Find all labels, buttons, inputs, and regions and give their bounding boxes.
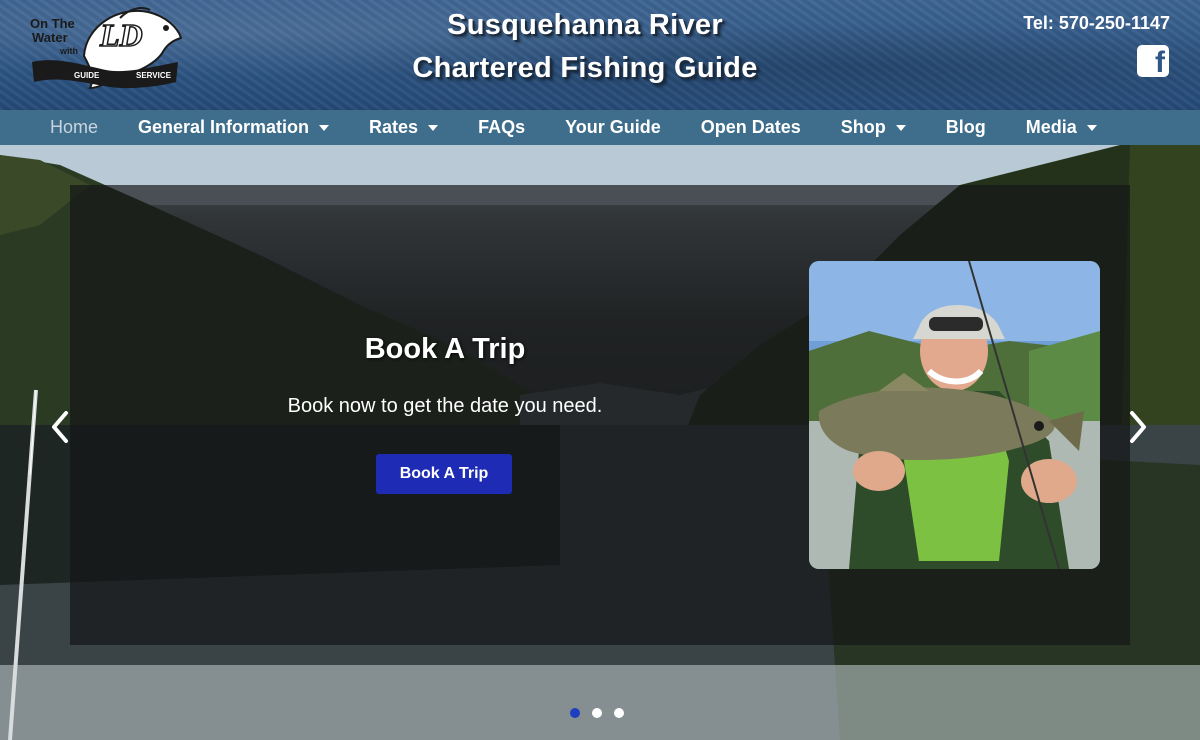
site-header: On The Water with LD GUIDE SERVICE Susqu…: [0, 0, 1200, 110]
nav-item-label: Rates: [369, 117, 419, 137]
nav-item-label: Shop: [840, 117, 886, 137]
caret-down-icon: [1086, 124, 1097, 131]
nav-item-media[interactable]: Media: [1006, 117, 1117, 138]
caret-down-icon: [895, 124, 906, 131]
nav-item-faqs[interactable]: FAQs: [458, 117, 545, 138]
nav-item-home[interactable]: Home: [0, 117, 118, 138]
nav-item-label: Blog: [945, 117, 986, 137]
site-title: Susquehanna River Chartered Fishing Guid…: [380, 6, 790, 92]
nav-item-rates[interactable]: Rates: [349, 117, 458, 138]
logo-text-water: Water: [32, 30, 68, 45]
chevron-right-icon: [1130, 411, 1146, 443]
caret-down-icon: [428, 124, 439, 131]
nav-item-label: Your Guide: [565, 117, 661, 137]
site-logo[interactable]: On The Water with LD GUIDE SERVICE: [26, 4, 186, 90]
logo-text-guide: GUIDE: [74, 71, 100, 80]
site-title-line2: Chartered Fishing Guide: [412, 52, 758, 84]
nav-item-open-dates[interactable]: Open Dates: [681, 117, 821, 138]
slider-dot-1[interactable]: [570, 708, 580, 718]
hero-slider: Book A Trip Book now to get the date you…: [0, 145, 1200, 740]
main-nav: Home General Information Rates FAQs Your…: [0, 110, 1200, 145]
logo-initials: LD: [99, 17, 143, 53]
book-a-trip-button[interactable]: Book A Trip: [376, 454, 512, 494]
nav-item-blog[interactable]: Blog: [926, 117, 1006, 138]
nav-item-label: General Information: [138, 117, 310, 137]
logo-text-service: SERVICE: [136, 71, 172, 80]
slide-subtitle: Book now to get the date you need.: [287, 395, 603, 417]
nav-item-your-guide[interactable]: Your Guide: [545, 117, 681, 138]
slide-title: Book A Trip: [364, 333, 526, 365]
chevron-left-icon: [52, 411, 68, 443]
site-title-line1: Susquehanna River: [447, 9, 723, 41]
phone-number[interactable]: Tel: 570-250-1147: [1023, 13, 1170, 34]
nav-item-shop[interactable]: Shop: [821, 117, 926, 138]
caret-down-icon: [319, 124, 330, 131]
slider-prev-button[interactable]: [48, 407, 70, 447]
nav-item-label: Open Dates: [700, 117, 801, 137]
logo-text-with: with: [59, 46, 78, 56]
slider-dot-3[interactable]: [614, 708, 624, 718]
nav-item-label: Media: [1025, 117, 1077, 137]
guide-photo: [809, 261, 1100, 569]
facebook-icon[interactable]: f: [1137, 45, 1169, 79]
slider-pagination: [570, 708, 624, 718]
logo-text-on-the: On The: [30, 16, 75, 31]
slider-dot-2[interactable]: [592, 708, 602, 718]
nav-item-label: Home: [50, 117, 99, 137]
nav-item-general-information[interactable]: General Information: [118, 117, 349, 138]
facebook-glyph: f: [1155, 46, 1165, 79]
slider-next-button[interactable]: [1128, 407, 1150, 447]
nav-item-label: FAQs: [478, 117, 526, 137]
